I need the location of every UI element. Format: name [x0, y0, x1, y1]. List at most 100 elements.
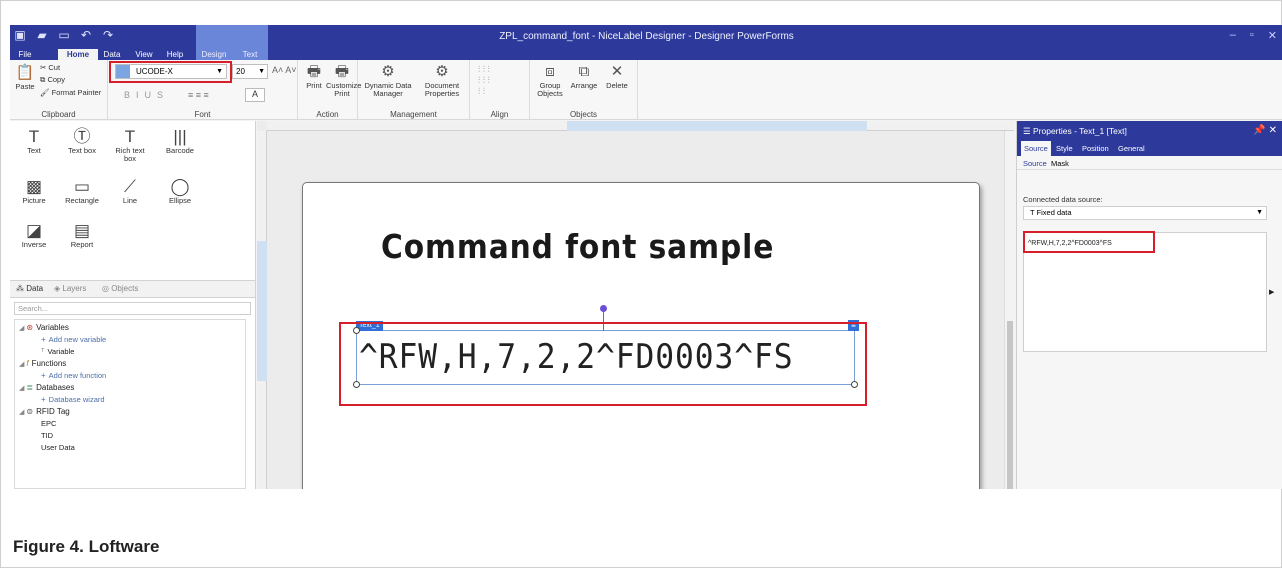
- textarea-highlight-box: [1023, 231, 1155, 253]
- dynamic-data-manager-button[interactable]: ⚙ Dynamic Data Manager: [362, 64, 414, 98]
- paste-button[interactable]: 📋 Paste: [14, 65, 36, 91]
- tool-picture[interactable]: ▩ Picture: [14, 177, 54, 205]
- ribbon: 📋 Paste ✂ Cut ⧉ Copy 🖌 Format Painter Cl…: [10, 60, 1282, 120]
- databases-label: Databases: [36, 383, 75, 392]
- tree-variable[interactable]: ᵀ Variable: [41, 347, 74, 356]
- tab-text[interactable]: Text: [232, 49, 268, 60]
- group-objects-button[interactable]: ⧈ Group Objects: [534, 64, 566, 98]
- delete-button[interactable]: ✕ Delete: [602, 64, 632, 90]
- textbox-icon: Ⓣ: [73, 127, 91, 146]
- document-properties-button[interactable]: ⚙ Document Properties: [416, 64, 468, 98]
- tool-barcode[interactable]: ||| Barcode: [160, 127, 200, 155]
- app-window: ▣ ▰ ▭ ↶ ↷ ZPL_command_font - NiceLabel D…: [10, 25, 1282, 489]
- label-title-text[interactable]: Command font sample: [381, 227, 774, 266]
- underline-button[interactable]: U: [145, 90, 158, 100]
- properties-tabs: Source Style Position General: [1017, 141, 1282, 156]
- paste-icon: 📋: [15, 64, 35, 81]
- tool-ellipse[interactable]: ◯ Ellipse: [160, 177, 200, 205]
- print-button[interactable]: 🖶 Print: [302, 64, 326, 90]
- connected-source-label: Connected data source:: [1023, 195, 1103, 204]
- properties-title: Properties - Text_1 [Text]: [1033, 126, 1127, 136]
- tool-rich-text-box[interactable]: T Rich text box: [110, 127, 150, 163]
- close-icon[interactable]: ✕: [1268, 29, 1277, 42]
- plus-icon: +: [41, 371, 46, 380]
- tool-textbox[interactable]: Ⓣ Text box: [62, 127, 102, 155]
- tab-position[interactable]: Position: [1079, 141, 1112, 156]
- tab-home[interactable]: Home: [58, 49, 98, 60]
- bold-button[interactable]: B: [124, 90, 136, 100]
- tab-data[interactable]: Data: [100, 49, 124, 60]
- data-source-select[interactable]: T Fixed data ▼: [1023, 206, 1267, 220]
- design-canvas[interactable]: Command font sample Text_1 ≡ ^RFW,H,7,2,…: [257, 121, 1014, 489]
- expand-arrow-icon[interactable]: ▶: [1269, 288, 1274, 296]
- tool-ellipse-label: Ellipse: [168, 196, 192, 205]
- tab-data-panel[interactable]: ⁂ Data: [16, 284, 43, 293]
- tab-design[interactable]: Design: [196, 49, 232, 60]
- font-style-buttons[interactable]: BIUS: [124, 90, 169, 100]
- tool-inverse[interactable]: ◪ Inverse: [14, 221, 54, 249]
- toolbox-panel: T Text Ⓣ Text box T Rich text box ||| Barcod…: [10, 121, 256, 281]
- tab-view[interactable]: View: [130, 49, 158, 60]
- arrange-button[interactable]: ⧉ Arrange: [568, 64, 600, 90]
- rotation-handle[interactable]: [600, 305, 607, 312]
- tree-databases[interactable]: ◢ ≣ Databases: [19, 383, 74, 392]
- properties-menu-icon[interactable]: ☰: [1023, 126, 1031, 136]
- group-icon: ⧈: [545, 63, 555, 80]
- tree-user-data[interactable]: User Data: [41, 443, 75, 452]
- vertical-scrollbar[interactable]: [1004, 131, 1014, 489]
- tab-help[interactable]: Help: [162, 49, 188, 60]
- tool-line[interactable]: ⟋ Line: [110, 177, 150, 205]
- strike-button[interactable]: S: [157, 90, 169, 100]
- value-textarea[interactable]: ^RFW,H,7,2,2^FD0003^FS: [1023, 231, 1267, 352]
- tool-picture-label: Picture: [22, 196, 46, 205]
- variables-label: Variables: [36, 323, 69, 332]
- tab-style[interactable]: Style: [1053, 141, 1076, 156]
- font-size-value: 20: [236, 67, 245, 76]
- tree-functions[interactable]: ◢ f Functions: [19, 359, 66, 368]
- ruler-highlight: [567, 121, 867, 131]
- subtab-mask[interactable]: Mask: [1051, 159, 1069, 168]
- tree-tid[interactable]: TID: [41, 431, 53, 440]
- scrollbar-thumb[interactable]: [1007, 321, 1013, 489]
- cut-button[interactable]: ✂ Cut: [40, 63, 60, 72]
- align-text-icons[interactable]: ≡ ≡ ≡: [188, 90, 209, 100]
- customize-print-button[interactable]: 🖶 Customize Print: [326, 64, 361, 98]
- tool-rectangle[interactable]: ▭ Rectangle: [62, 177, 102, 205]
- italic-button[interactable]: I: [136, 90, 145, 100]
- format-painter-button[interactable]: 🖌 Format Painter: [40, 88, 101, 97]
- pin-icon[interactable]: 📌: [1253, 125, 1265, 136]
- tool-richtext-label: Rich text box: [115, 146, 145, 163]
- restore-icon[interactable]: ▫: [1250, 29, 1254, 42]
- tab-objects[interactable]: ◎ Objects: [102, 284, 138, 293]
- tab-layers[interactable]: ◈ Layers: [54, 284, 86, 293]
- tree-database-wizard[interactable]: + Database wizard: [41, 395, 105, 404]
- align-icons[interactable]: ⫶ ⫶ ⫶ ⫶ ⫶ ⫶ ⫶ ⫶: [478, 64, 490, 97]
- data-tree: ◢ ⊛ Variables + Add new variable ᵀ Variable …: [14, 319, 246, 489]
- font-color-button[interactable]: A: [245, 88, 265, 102]
- delete-label: Delete: [606, 81, 628, 90]
- action-group: 🖶 Print 🖶 Customize Print Action: [298, 60, 361, 120]
- tree-rfid-tag[interactable]: ◢ ⊜ RFID Tag: [19, 407, 70, 416]
- tab-source[interactable]: Source: [1021, 141, 1051, 156]
- data-search-input[interactable]: Search...: [14, 302, 251, 315]
- line-icon: ⟋: [124, 177, 136, 196]
- tab-file[interactable]: File: [10, 49, 40, 60]
- plus-icon: +: [41, 335, 46, 344]
- tool-text[interactable]: T Text: [14, 127, 54, 155]
- subtab-source[interactable]: Source: [1023, 159, 1047, 168]
- tab-general[interactable]: General: [1115, 141, 1148, 156]
- minimize-icon[interactable]: –: [1230, 29, 1236, 42]
- tool-report[interactable]: ▤ Report: [62, 221, 102, 249]
- label-page[interactable]: Command font sample Text_1 ≡ ^RFW,H,7,2,…: [302, 182, 980, 489]
- font-grow-shrink-icon[interactable]: A˄ A˅: [272, 65, 297, 75]
- font-size-select[interactable]: 20 ▼: [232, 64, 268, 79]
- properties-panel: ☰ Properties - Text_1 [Text] 📌 ✕ Source …: [1016, 121, 1282, 489]
- tree-epc[interactable]: EPC: [41, 419, 56, 428]
- tree-variables[interactable]: ◢ ⊛ Variables: [19, 323, 69, 332]
- tree-add-variable[interactable]: + Add new variable: [41, 335, 106, 344]
- copy-button[interactable]: ⧉ Copy: [40, 75, 65, 85]
- close-icon[interactable]: ✕: [1269, 125, 1277, 136]
- tree-add-function[interactable]: + Add new function: [41, 371, 106, 380]
- brush-icon: 🖌: [40, 88, 50, 97]
- tool-rectangle-label: Rectangle: [65, 196, 99, 205]
